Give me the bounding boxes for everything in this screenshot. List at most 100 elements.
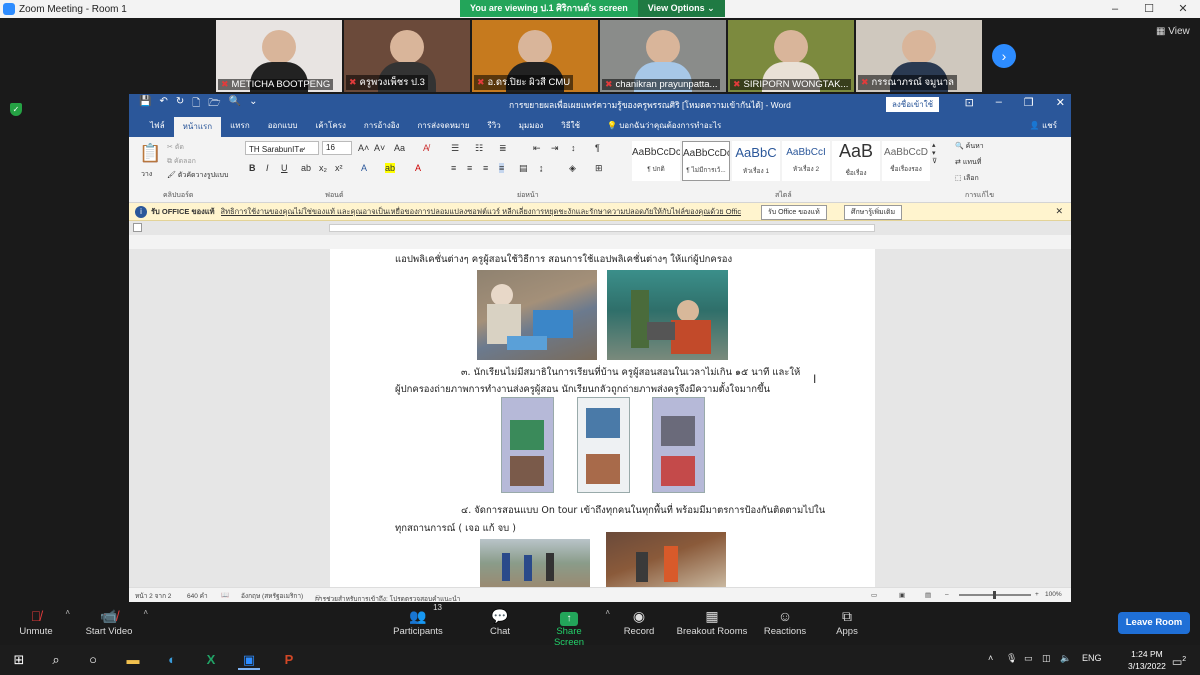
align-center-icon[interactable]: ≡ <box>467 163 472 173</box>
text-effects-icon[interactable]: A <box>361 163 367 173</box>
mic-tray-icon[interactable]: 🎙 <box>1006 653 1017 664</box>
powerpoint-icon[interactable]: P <box>278 650 300 670</box>
undo-icon[interactable]: ↶ <box>159 96 167 113</box>
doc-paragraph[interactable]: ผู้ปกครองถ่ายภาพการทำงานส่งครูผู้สอน นัก… <box>395 382 770 397</box>
record-button[interactable]: ◉ Record <box>620 606 658 637</box>
thai-distribute-icon[interactable]: ▤ <box>519 163 528 174</box>
word-restore-icon[interactable]: ❐ <box>1024 96 1034 109</box>
style-no-spacing[interactable]: AaBbCcDc ¶ ไม่มีการเว้... <box>682 141 730 181</box>
share-screen-button[interactable]: ↑ Share Screen ˄ <box>540 606 610 648</box>
get-genuine-office-button[interactable]: รับ Office ของแท้ <box>761 205 827 220</box>
word-minimize-icon[interactable]: – <box>996 96 1002 109</box>
word-close-icon[interactable]: ✕ <box>1056 96 1065 109</box>
notifications-icon[interactable]: ▭2 <box>1168 650 1190 670</box>
font-size-box[interactable]: 16 <box>322 141 352 155</box>
word-count[interactable]: 640 คำ <box>187 591 208 601</box>
bullets-icon[interactable]: ☰ <box>451 143 459 154</box>
open-folder-icon[interactable]: 🗁 <box>208 96 220 113</box>
tab-insert[interactable]: แทรก <box>221 115 259 137</box>
breakout-rooms-button[interactable]: ▦ Breakout Rooms <box>676 606 748 637</box>
tab-home[interactable]: หน้าแรก <box>173 117 222 137</box>
shrink-font-icon[interactable]: A˅ <box>374 143 385 153</box>
document-page[interactable]: แอปพลิเคชั่นต่างๆ ครูผู้สอนใช้วิธีการ สอ… <box>330 249 875 587</box>
participants-button[interactable]: 👥 Participants 13 <box>392 603 444 637</box>
search-icon[interactable]: ⌕ <box>45 650 67 670</box>
participant-tile[interactable]: ✖ chanikran prayunpatta... <box>600 20 726 92</box>
input-language[interactable]: ENG <box>1082 653 1102 663</box>
learn-more-button[interactable]: ศึกษารู้เพิ่มเติม <box>844 205 903 220</box>
style-title[interactable]: AaB ชื่อเรื่อง <box>832 141 880 181</box>
tab-file[interactable]: ไฟล์ <box>141 115 174 137</box>
signin-button[interactable]: ลงชื่อเข้าใช้ <box>886 97 940 112</box>
tab-view[interactable]: มุมมอง <box>510 115 553 137</box>
minimize-icon[interactable]: – <box>1098 0 1132 18</box>
increase-indent-icon[interactable]: ⇥ <box>551 143 559 154</box>
sort-icon[interactable]: ↕ <box>571 143 576 153</box>
zoom-taskbar-icon[interactable]: ▣ <box>238 650 260 670</box>
tab-layout[interactable]: เค้าโครง <box>306 115 354 137</box>
ruler[interactable] <box>129 221 1071 235</box>
print-preview-icon[interactable]: 🔍 <box>229 96 241 113</box>
infobar-close-icon[interactable]: ✕ <box>1055 206 1063 217</box>
participant-tile[interactable]: ✖ METICHA BOOTPENG <box>216 20 342 92</box>
multilevel-list-icon[interactable]: ≣ <box>499 143 507 154</box>
select-button[interactable]: ⬚ เลือก <box>955 173 979 184</box>
style-normal[interactable]: AaBbCcDc ¶ ปกติ <box>632 141 680 181</box>
proofing-icon[interactable]: 📖 <box>221 591 229 599</box>
participant-tile[interactable]: ✖ ครูพวงเพ็ชร ป.3 <box>344 20 470 92</box>
start-video-button[interactable]: 📹̸ Start Video ˄ <box>82 606 148 637</box>
grow-font-icon[interactable]: A˄ <box>358 143 369 153</box>
find-button[interactable]: 🔍 ค้นหา <box>955 141 984 152</box>
align-right-icon[interactable]: ≡ <box>483 163 488 173</box>
show-marks-icon[interactable]: ¶ <box>595 143 600 153</box>
new-doc-icon[interactable]: 🗋 <box>192 96 200 113</box>
language-status[interactable]: อังกฤษ (สหรัฐอเมริกา) <box>241 591 303 601</box>
reactions-button[interactable]: ☺ Reactions <box>762 606 808 637</box>
clear-format-icon[interactable]: A̸ <box>423 143 429 153</box>
leave-room-button[interactable]: Leave Room <box>1118 612 1190 634</box>
zoom-slider-thumb[interactable] <box>993 591 996 599</box>
audio-options-caret-icon[interactable]: ˄ <box>65 608 70 617</box>
bold-icon[interactable]: B <box>249 163 256 173</box>
borders-icon[interactable]: ⊞ <box>595 163 603 174</box>
align-left-icon[interactable]: ≡ <box>451 163 456 173</box>
tab-selector-icon[interactable] <box>133 223 142 232</box>
justify-icon[interactable]: ≡ <box>499 163 505 173</box>
numbering-icon[interactable]: ☷ <box>475 143 483 154</box>
strikethrough-icon[interactable]: ab <box>301 163 311 173</box>
view-options-button[interactable]: View Options ⌄ <box>637 0 725 17</box>
ribbon-display-icon[interactable]: ⊡ <box>965 96 974 109</box>
system-clock[interactable]: 1:24 PM 3/13/2022 <box>1128 648 1166 672</box>
tab-mailings[interactable]: การส่งจดหมาย <box>408 115 478 137</box>
security-shield-icon[interactable]: ✓ <box>10 103 22 116</box>
redo-icon[interactable]: ↻ <box>176 96 184 113</box>
volume-icon[interactable]: 🔈 <box>1060 653 1071 664</box>
chat-button[interactable]: 💬 Chat <box>484 606 516 637</box>
change-case-icon[interactable]: Aa <box>394 143 405 153</box>
next-page-arrow-icon[interactable]: › <box>992 44 1016 68</box>
subscript-icon[interactable]: x₂ <box>319 163 327 173</box>
participant-tile[interactable]: ✖ อ.ดร.ปิยะ ผิวสี CMU <box>472 20 598 92</box>
style-subtitle[interactable]: AaBbCcD ชื่อเรื่องรอง <box>882 141 930 181</box>
paste-label[interactable]: วาง <box>141 169 152 180</box>
network-icon[interactable]: ◫ <box>1042 653 1051 664</box>
zoom-slider[interactable] <box>959 591 1031 599</box>
highlight-icon[interactable]: ab <box>385 163 396 173</box>
video-options-caret-icon[interactable]: ˄ <box>143 608 148 617</box>
maximize-icon[interactable]: ☐ <box>1132 0 1166 18</box>
close-icon[interactable]: ✕ <box>1166 0 1200 18</box>
cut-button[interactable]: ✂ ตัด <box>167 142 184 153</box>
font-name-box[interactable]: TH SarabunIT๙ <box>245 141 319 155</box>
format-painter-button[interactable]: 🖌 ตัวคัดวางรูปแบบ <box>167 170 228 181</box>
participant-tile[interactable]: ✖ SIRIPORN WONGTAK... <box>728 20 854 92</box>
tab-review[interactable]: รีวิว <box>478 115 509 137</box>
style-heading-2[interactable]: AaBbCcI หัวเรื่อง 2 <box>782 141 830 181</box>
shading-icon[interactable]: ◈ <box>569 163 576 174</box>
unmute-button[interactable]: 🎙̸ Unmute ˄ <box>14 606 70 637</box>
copy-button[interactable]: ⧉ คัดลอก <box>167 156 196 167</box>
style-heading-1[interactable]: AaBbC หัวเรื่อง 1 <box>732 141 780 181</box>
zoom-level[interactable]: 100% <box>1045 591 1062 598</box>
underline-icon[interactable]: U <box>281 163 288 173</box>
customize-qa-icon[interactable]: ⌄ <box>249 96 257 113</box>
file-explorer-icon[interactable]: ▬ <box>122 650 144 670</box>
